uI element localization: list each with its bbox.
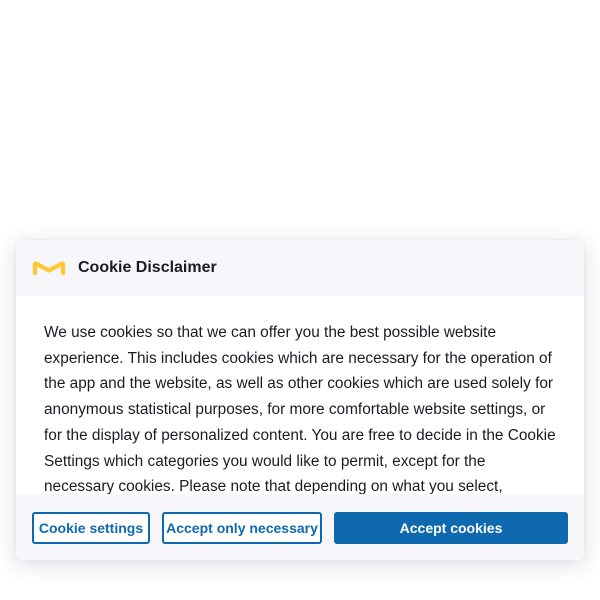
cookie-description-text: We use cookies so that we can offer you … — [44, 324, 556, 494]
accept-only-necessary-button[interactable]: Accept only necessary — [162, 512, 322, 544]
dialog-title: Cookie Disclaimer — [78, 259, 217, 276]
cookie-disclaimer-dialog: Cookie Disclaimer We use cookies so that… — [16, 240, 584, 560]
dialog-footer: Cookie settings Accept only necessary Ac… — [16, 494, 584, 560]
dialog-header: Cookie Disclaimer — [16, 240, 584, 296]
cookie-settings-button[interactable]: Cookie settings — [32, 512, 150, 544]
accept-cookies-button[interactable]: Accept cookies — [334, 512, 568, 544]
dialog-body[interactable]: We use cookies so that we can offer you … — [16, 296, 584, 494]
brand-m-logo-icon — [32, 261, 66, 276]
